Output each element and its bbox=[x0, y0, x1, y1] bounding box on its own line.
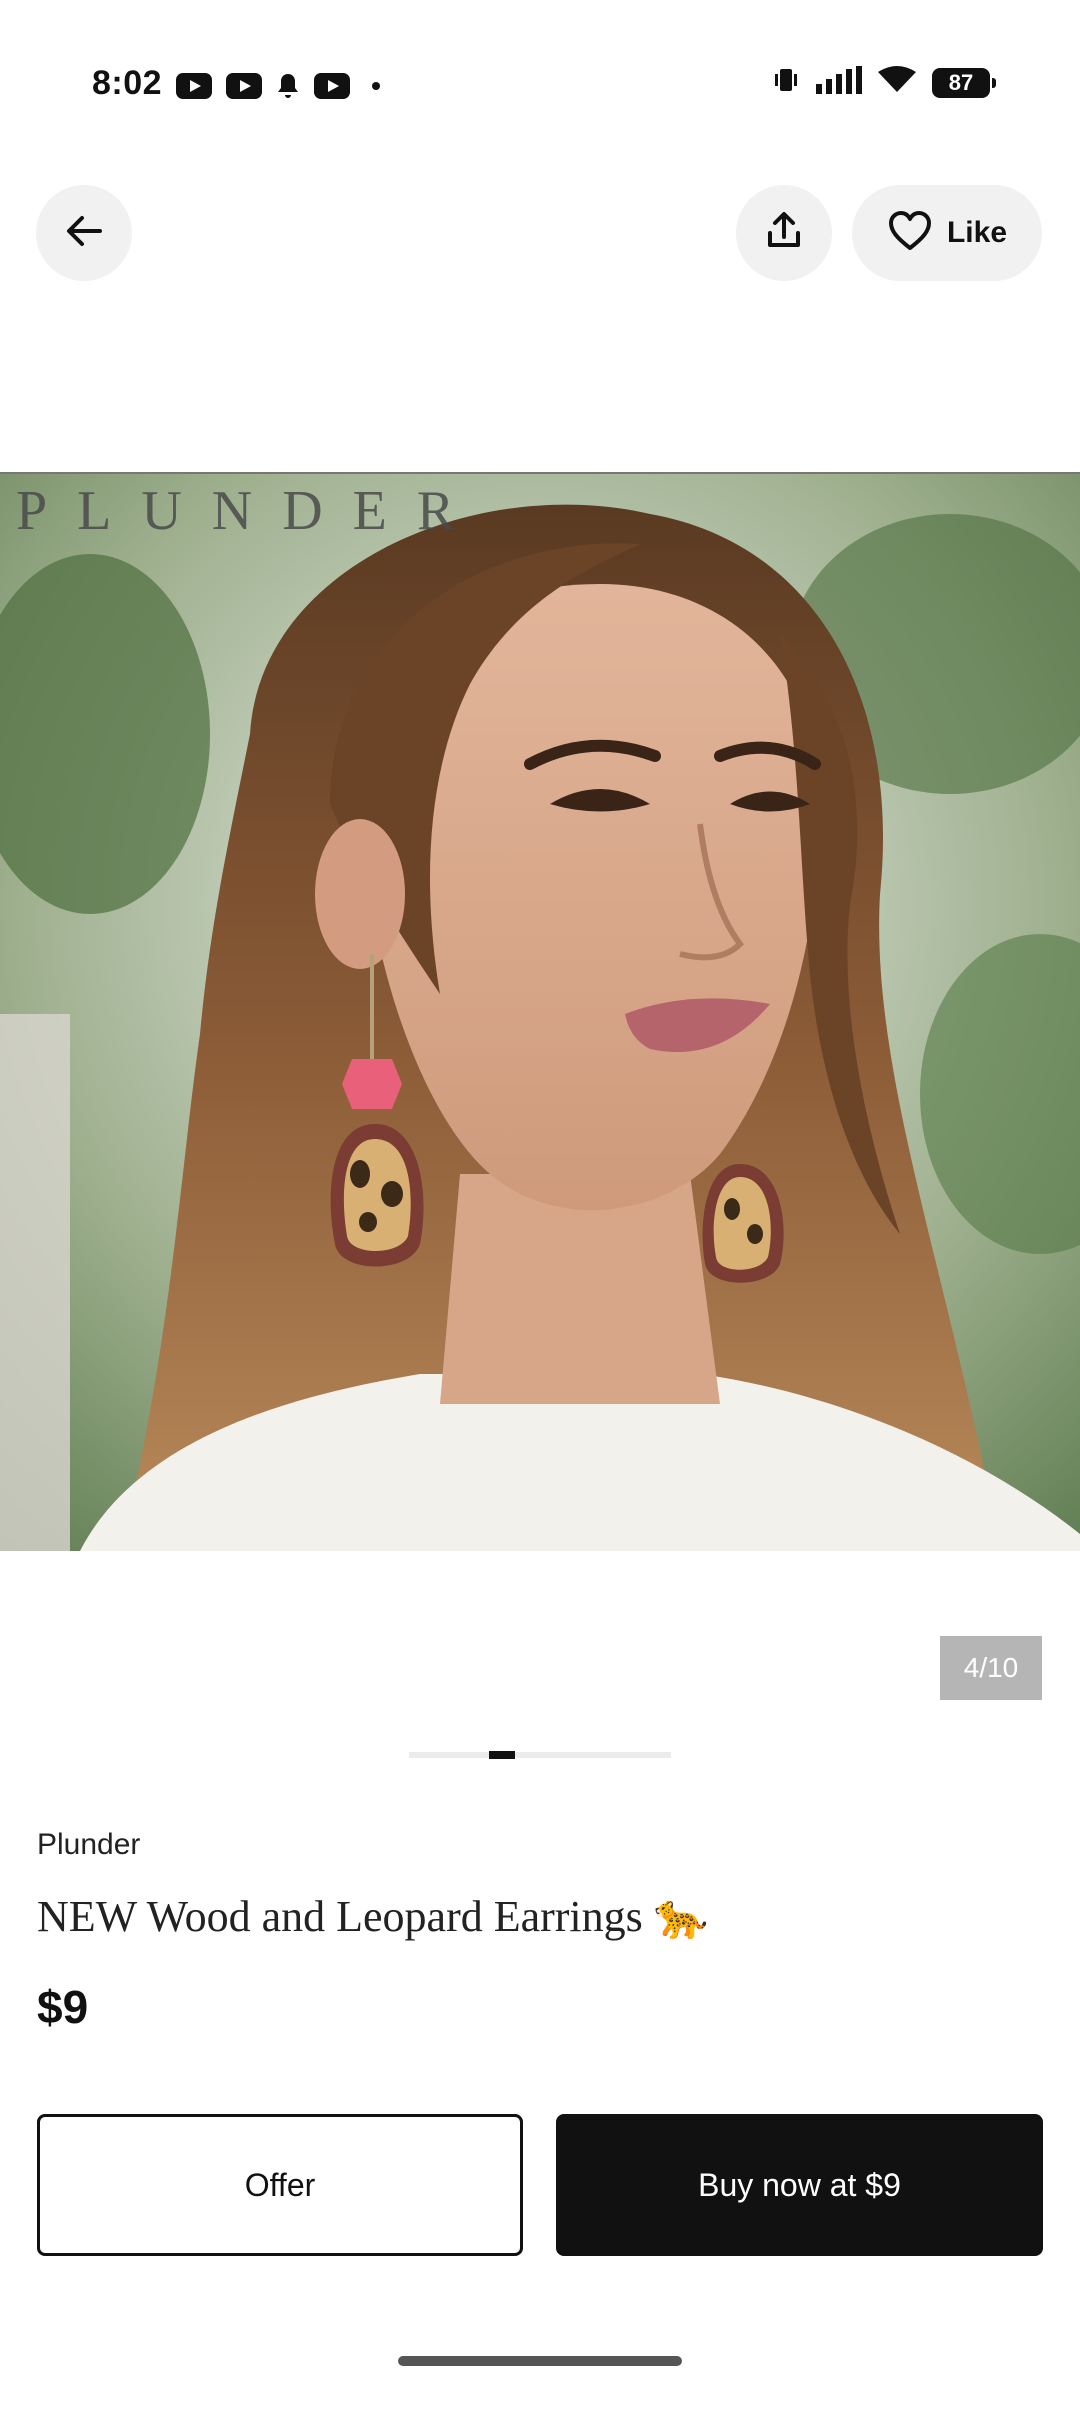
buy-now-button[interactable]: Buy now at $9 bbox=[556, 2114, 1043, 2256]
notification-icons bbox=[176, 72, 380, 100]
bell-icon bbox=[276, 72, 300, 100]
youtube-icon bbox=[314, 73, 350, 99]
arrow-left-icon bbox=[62, 209, 106, 258]
wifi-icon bbox=[878, 66, 916, 99]
status-time: 8:02 bbox=[92, 64, 163, 102]
youtube-icon bbox=[226, 73, 262, 99]
listing-price: $9 bbox=[37, 1981, 89, 2033]
more-notifications-icon bbox=[372, 82, 380, 90]
carousel-indicator-active bbox=[489, 1751, 515, 1759]
product-image[interactable]: PLUNDER bbox=[0, 474, 1080, 1551]
svg-text:PLUNDER: PLUNDER bbox=[16, 480, 484, 542]
battery-icon: 87 bbox=[932, 67, 996, 98]
offer-button[interactable]: Offer bbox=[37, 2114, 523, 2256]
share-button[interactable] bbox=[736, 185, 832, 281]
battery-level: 87 bbox=[948, 69, 974, 95]
brand-name[interactable]: Plunder bbox=[37, 1828, 140, 1862]
signal-icon bbox=[816, 66, 862, 99]
share-icon bbox=[762, 209, 806, 258]
carousel-indicator bbox=[409, 1751, 671, 1759]
back-button[interactable] bbox=[36, 185, 132, 281]
youtube-icon bbox=[176, 73, 212, 99]
status-bar: 8:02 87 bbox=[0, 0, 1080, 170]
system-icons: 87 bbox=[772, 66, 996, 99]
home-indicator[interactable] bbox=[398, 2356, 682, 2366]
heart-icon bbox=[887, 210, 933, 257]
like-button[interactable]: Like bbox=[852, 185, 1042, 281]
screen: 8:02 87 Like PLUNDER 4/10 Plunder NEW Wo… bbox=[0, 0, 1080, 2410]
vibrate-icon bbox=[772, 66, 800, 99]
listing-title: NEW Wood and Leopard Earrings 🐆 bbox=[37, 1892, 709, 1941]
image-counter: 4/10 bbox=[940, 1636, 1042, 1700]
like-label: Like bbox=[946, 216, 1008, 249]
